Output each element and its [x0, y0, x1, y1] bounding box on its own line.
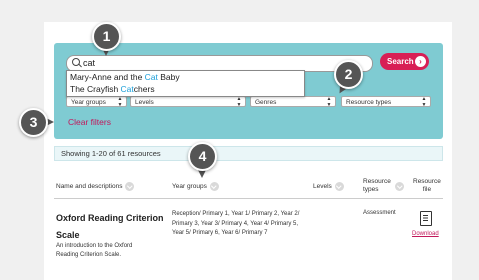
column-header-levels[interactable]: Levels: [313, 182, 344, 191]
chevron-right-icon: ›: [415, 56, 426, 67]
column-header-resource-file: Resource file: [413, 178, 441, 193]
genres-select-value: Genres: [255, 99, 277, 106]
sort-icon[interactable]: [334, 182, 344, 191]
column-header-resource-types[interactable]: Resource types: [363, 178, 391, 194]
resource-title[interactable]: Oxford Reading Criterion Scale: [56, 210, 166, 244]
callout-badge-4: 4: [188, 142, 217, 171]
clear-filters-link[interactable]: Clear filters: [68, 117, 111, 127]
year-groups-select[interactable]: Year groups ▲ ▼: [66, 96, 127, 107]
column-header-year-groups[interactable]: Year groups: [172, 182, 219, 191]
resource-description: An introduction to the Oxford Reading Cr…: [56, 243, 133, 258]
resource-year-groups: Reception/ Primary 1, Year 1/ Primary 2,…: [172, 211, 300, 236]
resource-types-select-value: Resource types: [346, 99, 392, 106]
divider: [54, 198, 443, 199]
select-arrows-icon: ▲ ▼: [236, 96, 242, 108]
select-arrows-icon: ▲ ▼: [421, 96, 427, 108]
autocomplete-dropdown: Mary-Anne and the Cat Baby The Crayfish …: [66, 70, 305, 97]
genres-select[interactable]: Genres ▲ ▼: [250, 96, 336, 107]
select-arrows-icon: ▲ ▼: [326, 96, 332, 108]
callout-badge-1: 1: [92, 22, 121, 51]
year-groups-select-value: Year groups: [71, 99, 106, 106]
sort-icon[interactable]: [395, 182, 404, 191]
search-button[interactable]: Search ›: [380, 53, 429, 70]
autocomplete-item[interactable]: Mary-Anne and the Cat Baby: [67, 71, 304, 83]
autocomplete-item[interactable]: The Crayfish Catchers: [67, 83, 304, 95]
search-icon: [72, 58, 80, 66]
callout-badge-3: 3: [19, 108, 48, 137]
sort-icon[interactable]: [209, 182, 219, 191]
resource-type: Assessment: [363, 210, 396, 216]
search-button-label: Search: [387, 57, 414, 66]
resource-types-select[interactable]: Resource types ▲ ▼: [341, 96, 431, 107]
column-header-name[interactable]: Name and descriptions: [56, 182, 135, 191]
search-input-value: cat: [83, 58, 96, 68]
levels-select[interactable]: Levels ▲ ▼: [130, 96, 246, 107]
download-link[interactable]: Download: [412, 231, 439, 237]
select-arrows-icon: ▲ ▼: [117, 96, 123, 108]
callout-badge-2: 2: [334, 60, 363, 89]
levels-select-value: Levels: [135, 99, 154, 106]
document-icon[interactable]: [420, 211, 432, 226]
results-count: Showing 1-20 of 61 resources: [54, 146, 443, 161]
sort-icon[interactable]: [125, 182, 135, 191]
